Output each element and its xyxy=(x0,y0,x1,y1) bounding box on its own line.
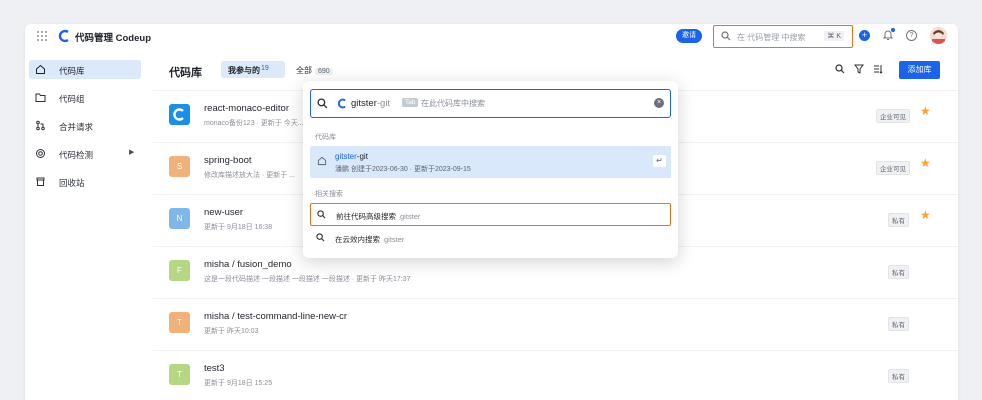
folder-icon xyxy=(35,93,46,102)
brand-logo-icon xyxy=(58,29,69,43)
sidebar-item-label: 回收站 xyxy=(59,178,85,188)
tab-label: 全部 xyxy=(296,66,312,75)
search-icon xyxy=(721,31,731,41)
related-label: 前往代码高级搜索 gitster xyxy=(336,212,421,221)
sidebar-item-code-scan[interactable]: 代码检测 ▶ xyxy=(29,144,141,163)
repo-name[interactable]: misha / test-command-line-new-cr xyxy=(204,311,347,322)
sidebar-item-label: 代码检测 xyxy=(59,150,94,160)
repo-avatar: T xyxy=(169,364,190,385)
top-bar: 代码管理 Codeup 邀请 在 代码管理 中搜索 ⌘ K + ? xyxy=(25,24,958,48)
repo-avatar: N xyxy=(169,208,190,229)
star-icon[interactable]: ★ xyxy=(920,156,931,170)
invite-button[interactable]: 邀请 xyxy=(676,29,702,43)
home-icon xyxy=(36,64,45,74)
repo-name[interactable]: misha / fusion_demo xyxy=(204,259,292,270)
clear-icon[interactable]: × xyxy=(654,98,664,108)
filter-icon[interactable] xyxy=(854,64,864,74)
repo-desc: 更新于 9月18日 15:25 xyxy=(204,380,273,387)
sidebar-item-trash[interactable]: 回收站 xyxy=(29,172,141,191)
brand-name: 代码管理 Codeup xyxy=(75,33,151,44)
search-icon xyxy=(317,210,326,219)
add-repo-button[interactable]: 添加库 xyxy=(899,61,940,79)
search-placeholder: 在 代码管理 中搜索 xyxy=(737,33,806,42)
repo-row[interactable]: T test3 更新于 9月18日 15:25 私有 xyxy=(153,350,958,400)
repo-avatar: F xyxy=(169,260,190,281)
repo-avatar: T xyxy=(169,312,190,333)
related-search-yunxiao[interactable]: 在云效内搜索 gitster xyxy=(310,227,671,250)
sidebar-item-label: 代码组 xyxy=(59,94,85,104)
enter-key-icon: ↵ xyxy=(653,155,666,167)
dropdown-search-input[interactable]: gitster-git Tab 在此代码库中搜索 × xyxy=(310,89,671,118)
sidebar: 代码库 代码组 合并请求 代码检测 ▶ 回收站 xyxy=(25,48,151,400)
repo-name[interactable]: new-user xyxy=(204,207,243,218)
visibility-badge: 企业可见 xyxy=(876,161,910,175)
tab-count: 19 xyxy=(261,65,269,72)
merge-icon xyxy=(36,120,45,131)
chevron-right-icon: ▶ xyxy=(129,149,135,156)
repo-name[interactable]: spring-boot xyxy=(204,155,252,166)
result-meta: 潘鹏 创建于2023-06-30 · 更新于2023-09-15 xyxy=(335,166,471,173)
tab-count: 690 xyxy=(315,68,333,75)
related-search-advanced[interactable]: 前往代码高级搜索 gitster xyxy=(310,203,671,226)
repo-desc: 更新于 9月18日 16:38 xyxy=(204,224,273,231)
sidebar-item-label: 代码库 xyxy=(59,66,85,76)
repo-desc: 修改库描述放大法 · 更新于 ... xyxy=(204,172,295,179)
search-icon xyxy=(317,98,328,109)
trash-icon xyxy=(36,177,45,186)
result-name: gitster-git xyxy=(335,152,368,161)
scan-icon xyxy=(36,149,45,158)
sidebar-item-label: 合并请求 xyxy=(59,122,94,132)
notification-dot xyxy=(891,28,895,32)
search-icon xyxy=(316,233,325,242)
search-query: gitster-git xyxy=(351,98,391,109)
add-icon[interactable]: + xyxy=(859,30,870,41)
sidebar-item-repos[interactable]: 代码库 xyxy=(29,60,141,79)
star-icon[interactable]: ★ xyxy=(920,208,931,222)
search-result-repo[interactable]: gitster-git 潘鹏 创建于2023-06-30 · 更新于2023-0… xyxy=(310,146,671,178)
repo-row[interactable]: T misha / test-command-line-new-cr 更新于 昨… xyxy=(153,298,958,350)
sidebar-item-merge-requests[interactable]: 合并请求 xyxy=(29,116,141,135)
global-search-input[interactable]: 在 代码管理 中搜索 ⌘ K xyxy=(713,25,853,48)
repo-logo-icon xyxy=(169,104,190,125)
visibility-badge: 私有 xyxy=(888,317,909,331)
star-icon[interactable]: ★ xyxy=(920,104,931,118)
search-icon[interactable] xyxy=(835,64,845,74)
query-suggestion: -git xyxy=(376,98,391,109)
search-shortcut: ⌘ K xyxy=(824,31,844,41)
visibility-badge: 私有 xyxy=(888,369,909,383)
apps-grid-icon[interactable] xyxy=(37,31,47,41)
visibility-badge: 企业可见 xyxy=(876,109,910,123)
repo-desc: 这是一段代码描述 一段描述 一段描述 一段描述 · 更新于 昨天17:37 xyxy=(204,276,411,283)
tab-mine[interactable]: 我参与的 19 xyxy=(221,61,285,78)
repo-name[interactable]: test3 xyxy=(204,363,225,374)
visibility-badge: 私有 xyxy=(888,213,909,227)
section-label-repos: 代码库 xyxy=(315,134,336,141)
search-dropdown: gitster-git Tab 在此代码库中搜索 × 代码库 gitster-g… xyxy=(303,81,678,258)
section-label-related: 相关搜索 xyxy=(315,191,343,198)
repo-desc: monaco备份123 · 更新于 今天... xyxy=(204,120,304,127)
sidebar-item-groups[interactable]: 代码组 xyxy=(29,88,141,107)
tab-key-hint: Tab xyxy=(402,98,419,107)
help-icon[interactable]: ? xyxy=(906,30,917,41)
repo-logo-icon xyxy=(337,98,346,109)
sort-icon[interactable] xyxy=(873,64,883,74)
repo-avatar: S xyxy=(169,156,190,177)
tab-all[interactable]: 全部 690 xyxy=(296,65,333,76)
repo-name[interactable]: react-monaco-editor xyxy=(204,103,289,114)
page-title: 代码库 xyxy=(169,67,202,79)
tab-label: 我参与的 xyxy=(228,66,260,75)
avatar[interactable] xyxy=(930,27,947,44)
related-label: 在云效内搜索 gitster xyxy=(335,235,405,244)
repo-icon xyxy=(317,156,327,166)
visibility-badge: 私有 xyxy=(888,265,909,279)
tab-hint-text: 在此代码库中搜索 xyxy=(421,99,485,108)
repo-desc: 更新于 昨天10:03 xyxy=(204,328,259,335)
